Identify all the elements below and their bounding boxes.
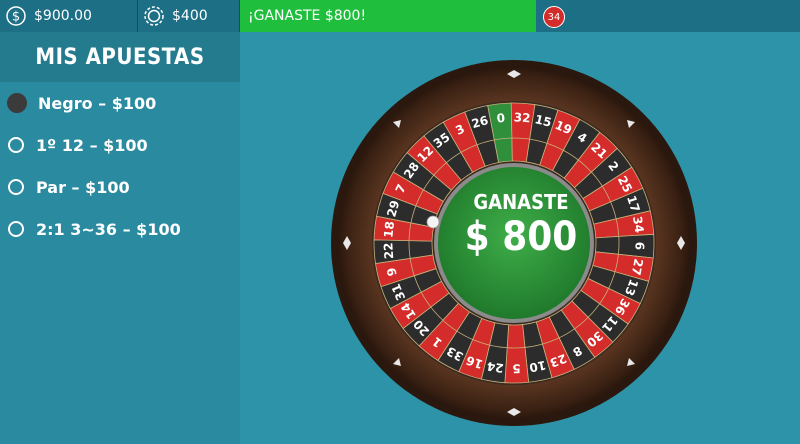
pocket-number: 24 (486, 359, 505, 375)
bets-panel-title: MIS APUESTAS (0, 32, 240, 82)
pocket-number: 22 (381, 242, 396, 260)
pocket-number: 5 (512, 361, 521, 375)
bet-item-negro[interactable]: Negro – $100 (0, 82, 240, 124)
last-number-value: 34 (547, 11, 561, 23)
bet-item-first-dozen[interactable]: 1º 12 – $100 (0, 124, 240, 166)
pocket-number: 34 (630, 215, 646, 234)
bet-total-value: $400 (172, 8, 208, 24)
roulette-ball (426, 215, 440, 229)
bet-item-par[interactable]: Par – $100 (0, 166, 240, 208)
bet-list: Negro – $100 1º 12 – $100 Par – $100 2:1… (0, 82, 240, 250)
svg-text:$: $ (12, 10, 20, 25)
result-label: GANASTE (473, 190, 569, 214)
pocket-number: 6 (632, 242, 646, 251)
radio-icon[interactable] (7, 93, 27, 113)
pocket-number: 18 (381, 220, 397, 238)
balance-display: $ $900.00 (0, 0, 138, 32)
bet-total-display: $400 (138, 0, 240, 32)
bet-label: Par – $100 (36, 177, 130, 197)
bet-label: 1º 12 – $100 (36, 135, 148, 155)
wheel-result: GANASTE $ 800 (442, 190, 600, 260)
win-banner: ¡GANASTE $800! (240, 0, 536, 32)
last-number-badge: 34 (543, 6, 565, 28)
pocket-number: 0 (496, 111, 506, 126)
poker-chip-icon (144, 6, 164, 26)
pocket-number: 32 (513, 110, 531, 125)
bet-label: 2:1 3~36 – $100 (36, 219, 181, 239)
bet-item-column[interactable]: 2:1 3~36 – $100 (0, 208, 240, 250)
balance-value: $900.00 (34, 8, 92, 24)
radio-icon[interactable] (8, 137, 24, 153)
bet-label: Negro – $100 (38, 93, 157, 113)
radio-icon[interactable] (8, 221, 24, 237)
win-message: ¡GANASTE $800! (248, 8, 367, 24)
radio-icon[interactable] (8, 179, 24, 195)
dollar-coin-icon: $ (6, 6, 26, 26)
bets-panel: MIS APUESTAS Negro – $100 1º 12 – $100 P… (0, 32, 240, 444)
result-amount: $ 800 (464, 214, 578, 260)
